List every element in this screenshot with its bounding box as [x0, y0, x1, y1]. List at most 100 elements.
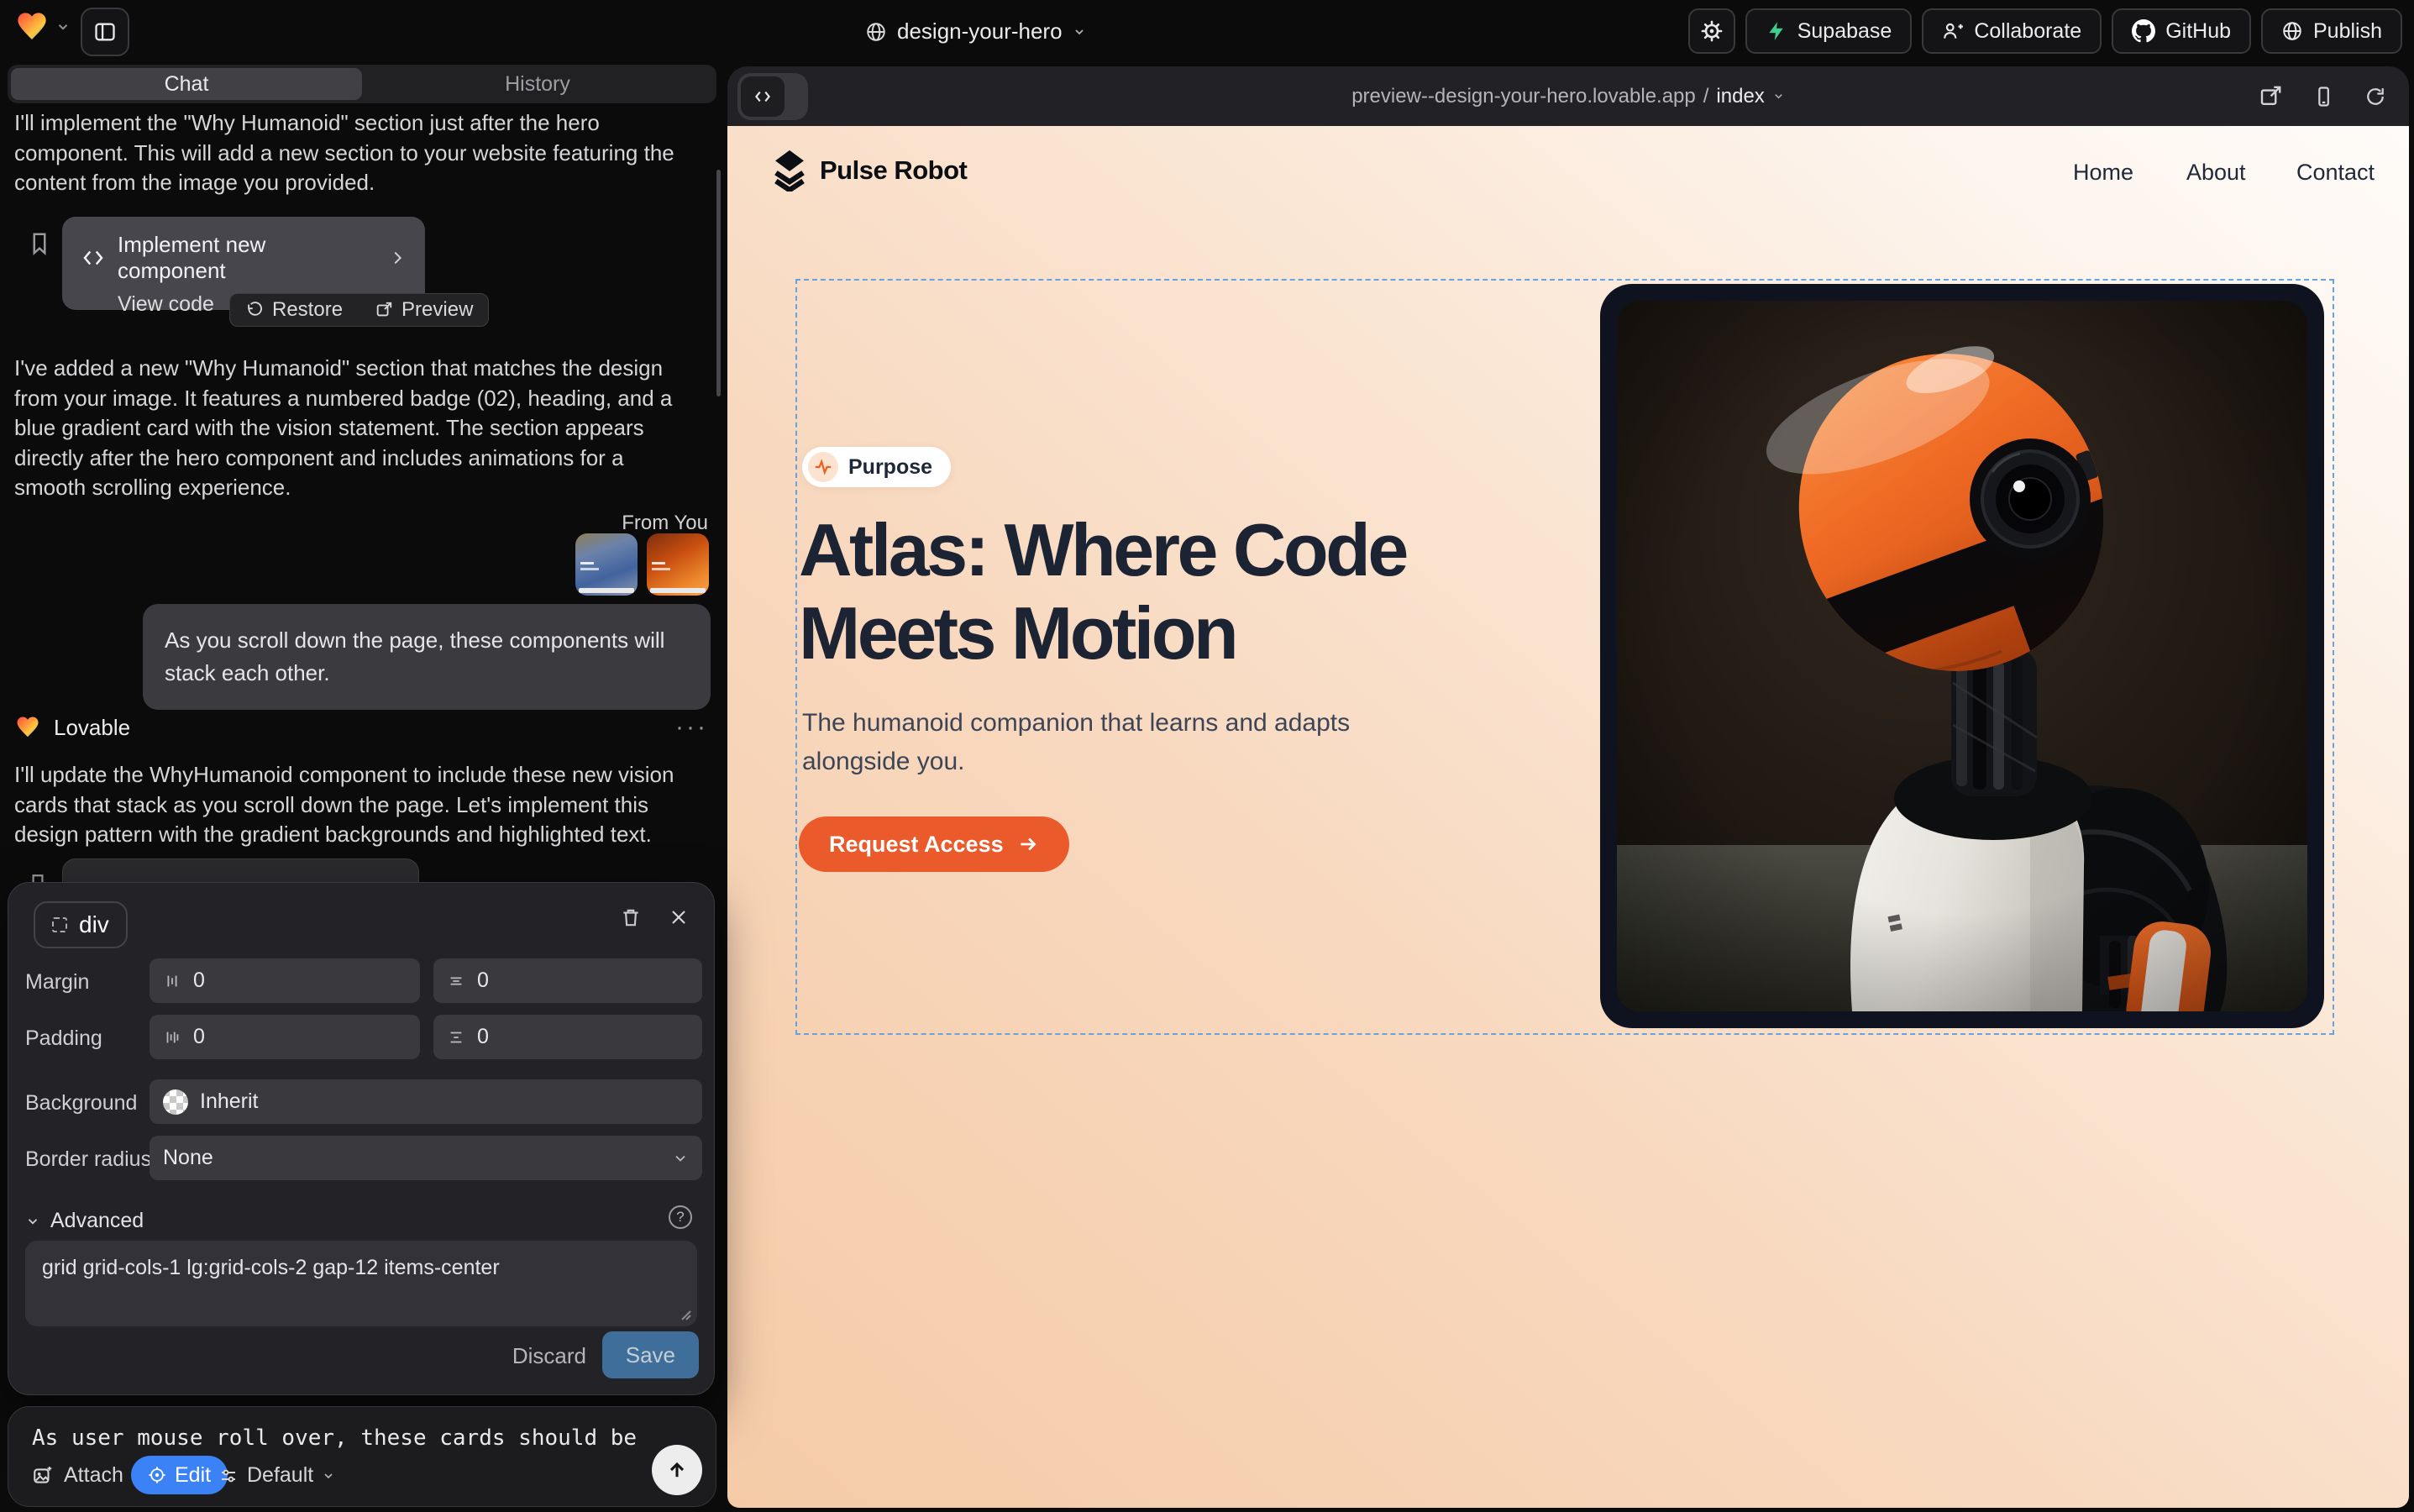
site-brand[interactable]: Pulse Robot [771, 150, 967, 192]
component-card-title: Implement new component [118, 232, 365, 284]
github-button[interactable]: GitHub [2112, 8, 2251, 54]
supabase-button[interactable]: Supabase [1745, 8, 1913, 54]
tab-history[interactable]: History [362, 68, 713, 100]
margin-x-value: 0 [193, 969, 205, 993]
github-label: GitHub [2165, 19, 2231, 44]
bookmark-icon[interactable] [27, 231, 52, 256]
code-icon [81, 245, 106, 270]
open-external-button[interactable] [2258, 84, 2283, 109]
transparency-swatch-icon [163, 1089, 188, 1115]
nav-link-home[interactable]: Home [2073, 160, 2133, 186]
globe-icon [865, 21, 887, 43]
hero-subtitle: The humanoid companion that learns and a… [802, 704, 1390, 781]
close-inspector-button[interactable] [669, 907, 689, 927]
restore-button[interactable]: Restore [245, 298, 343, 322]
lovable-heart-logo-icon[interactable] [15, 10, 49, 44]
preview-url-bar[interactable]: preview--design-your-hero.lovable.app / … [727, 66, 2409, 126]
preview-panel: preview--design-your-hero.lovable.app / … [727, 66, 2409, 1508]
trash-icon [620, 906, 642, 928]
discard-button[interactable]: Discard [512, 1343, 586, 1369]
classes-value: grid grid-cols-1 lg:grid-cols-2 gap-12 i… [42, 1256, 500, 1279]
publish-button[interactable]: Publish [2261, 8, 2402, 54]
padding-x-input[interactable]: 0 [150, 1015, 420, 1059]
resize-handle-icon[interactable] [677, 1306, 692, 1321]
help-icon[interactable]: ? [669, 1205, 692, 1229]
sliders-icon [218, 1466, 239, 1486]
nav-link-contact[interactable]: Contact [2296, 160, 2375, 186]
border-radius-select[interactable]: None [150, 1136, 702, 1180]
padding-y-icon [447, 1028, 465, 1047]
delete-element-button[interactable] [620, 906, 642, 928]
sidebar-panel-icon [93, 20, 117, 44]
margin-label: Margin [25, 970, 89, 995]
project-name: design-your-hero [897, 18, 1063, 45]
selected-element-chip[interactable]: div [34, 901, 128, 948]
background-label: Background [25, 1091, 137, 1116]
edit-label: Edit [175, 1463, 211, 1488]
classes-textarea[interactable]: grid grid-cols-1 lg:grid-cols-2 gap-12 i… [25, 1241, 697, 1326]
target-icon [148, 1466, 166, 1484]
purpose-badge: Purpose [802, 447, 951, 487]
mode-label: Default [247, 1463, 313, 1488]
edit-mode-button[interactable]: Edit [131, 1456, 228, 1494]
person-plus-icon [1942, 20, 1964, 42]
chat-composer: As user mouse roll over, these cards sho… [8, 1406, 716, 1507]
restore-icon [245, 301, 264, 319]
chevron-right-icon [388, 249, 407, 267]
collaborate-label: Collaborate [1974, 19, 2081, 44]
assistant-message: I'll implement the "Why Humanoid" sectio… [14, 108, 691, 198]
margin-y-input[interactable]: 0 [433, 958, 702, 1003]
project-chevron-down-icon [1073, 25, 1086, 39]
external-link-icon [375, 301, 393, 319]
top-bar: design-your-hero Supabase Collaborate [0, 0, 2414, 63]
site-brand-name: Pulse Robot [820, 155, 967, 186]
attachment-thumbnail-blue[interactable] [575, 533, 638, 596]
publish-label: Publish [2313, 19, 2382, 44]
margin-y-icon [447, 972, 465, 990]
refresh-button[interactable] [2364, 85, 2387, 108]
arrow-right-icon [1017, 833, 1039, 855]
chat-input[interactable]: As user mouse roll over, these cards sho… [32, 1425, 670, 1451]
settings-button[interactable] [1688, 8, 1735, 54]
margin-x-icon [163, 972, 181, 990]
advanced-section-toggle[interactable]: Advanced [25, 1209, 144, 1233]
mode-selector[interactable]: Default [218, 1463, 335, 1488]
from-you-label: From You [622, 512, 708, 535]
purpose-badge-label: Purpose [848, 455, 932, 480]
assistant-message: I've added a new "Why Humanoid" section … [14, 354, 691, 503]
request-access-button[interactable]: Request Access [799, 816, 1069, 872]
github-icon [2132, 19, 2155, 43]
margin-x-input[interactable]: 0 [150, 958, 420, 1003]
collaborate-button[interactable]: Collaborate [1922, 8, 2102, 54]
padding-y-input[interactable]: 0 [433, 1015, 702, 1059]
nav-link-about[interactable]: About [2186, 160, 2246, 186]
attach-label: Attach [64, 1463, 123, 1488]
message-menu-ellipsis-icon[interactable]: ··· [675, 713, 708, 742]
preview-button[interactable]: Preview [375, 298, 473, 322]
pulse-robot-logo-icon [771, 150, 808, 192]
workspace-chevron-down-icon[interactable] [55, 19, 71, 34]
border-radius-value: None [163, 1146, 213, 1170]
send-button[interactable] [652, 1445, 702, 1495]
tab-chat[interactable]: Chat [11, 68, 362, 100]
advanced-label: Advanced [50, 1209, 144, 1233]
close-icon [669, 907, 689, 927]
project-switcher[interactable]: design-your-hero [865, 0, 1086, 63]
supabase-icon [1766, 20, 1787, 42]
publish-globe-icon [2281, 20, 2303, 42]
attachment-thumbnail-orange[interactable] [647, 533, 709, 596]
mobile-view-button[interactable] [2312, 85, 2335, 108]
background-input[interactable]: Inherit [150, 1079, 702, 1124]
pulse-icon [808, 452, 838, 482]
sidebar-toggle-button[interactable] [81, 8, 129, 56]
save-button[interactable]: Save [602, 1331, 699, 1378]
request-access-label: Request Access [829, 832, 1004, 858]
assistant-header: Lovable ··· [15, 713, 708, 742]
preview-label: Preview [401, 298, 473, 322]
element-tag: div [79, 911, 109, 938]
border-radius-label: Border radius [25, 1147, 151, 1172]
version-actions: Restore Preview [229, 293, 489, 327]
chat-scrollbar[interactable] [716, 170, 721, 396]
element-inspector-panel: div Margin 0 0 Padding 0 0 Background In… [8, 882, 715, 1395]
attach-button[interactable]: Attach [32, 1463, 123, 1488]
